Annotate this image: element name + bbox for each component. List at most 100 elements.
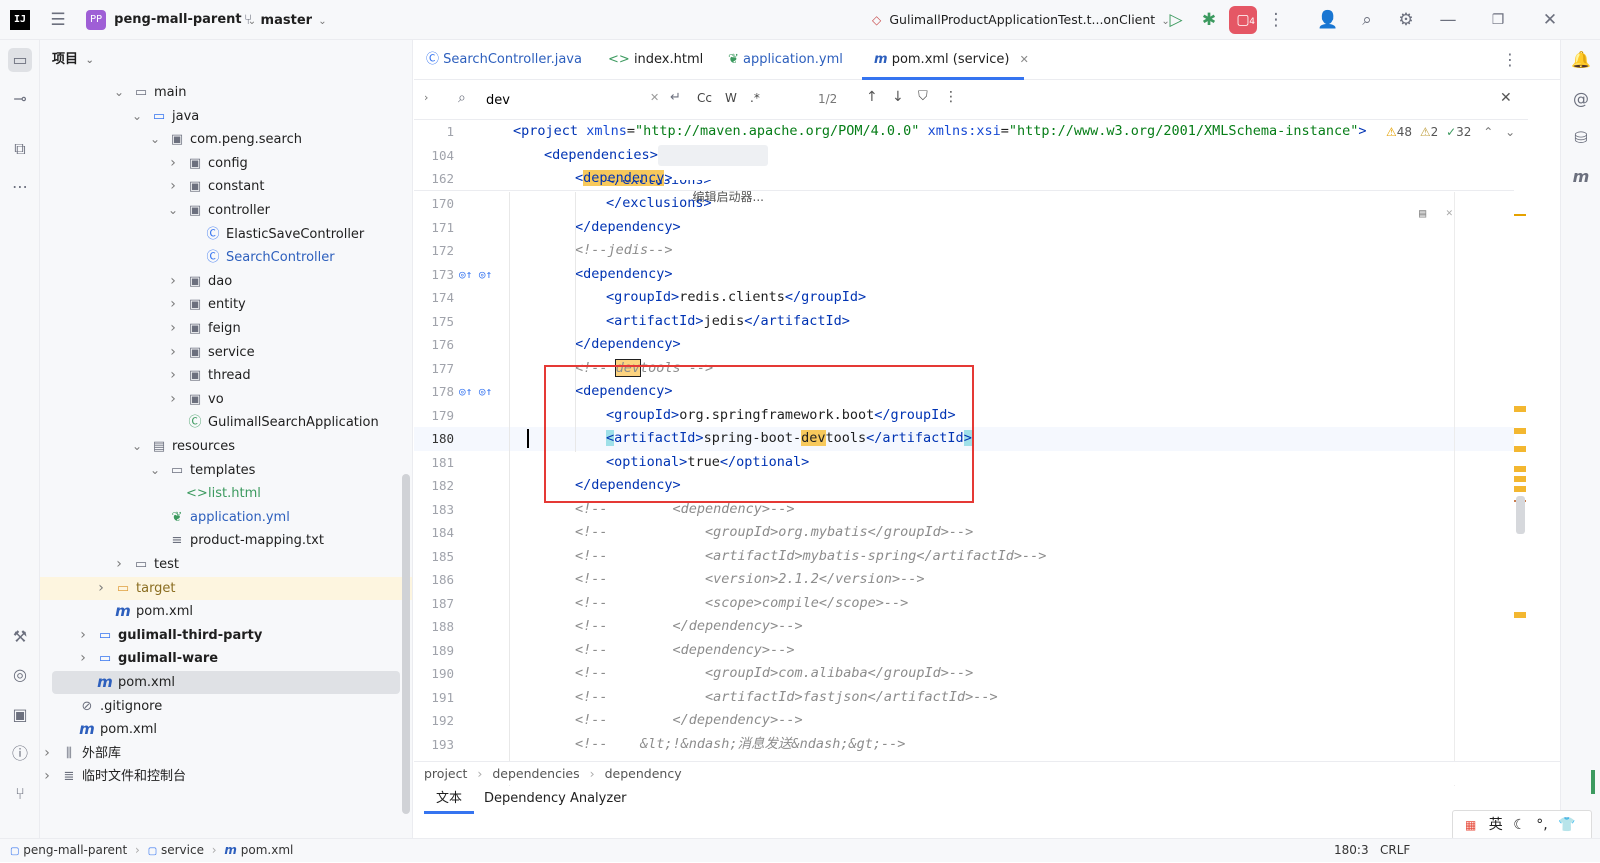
project-folder-icon[interactable]: ▭ — [8, 48, 32, 72]
structure-icon[interactable]: ⧉ — [8, 137, 32, 161]
terminal-icon[interactable]: ▣ — [8, 703, 32, 727]
services-icon[interactable]: ◎ — [8, 663, 32, 687]
tree-item[interactable]: › ▣ dao — [40, 270, 412, 293]
new-line-icon[interactable]: ↵ — [670, 90, 681, 105]
chevron-down-icon[interactable]: ⌄ — [112, 81, 126, 104]
whole-word-toggle[interactable]: W — [725, 91, 737, 105]
tab-text[interactable]: 文本 — [424, 786, 474, 814]
ime-toolbar[interactable]: ▦ 英 ☾ °, 👕 — [1452, 810, 1592, 840]
tab-searchcontroller[interactable]: Ⓒ SearchController.java — [426, 40, 582, 80]
find-input[interactable] — [486, 90, 646, 110]
tree-item[interactable]: Ⓒ SearchController — [40, 246, 412, 269]
minimize-icon[interactable]: — — [1436, 8, 1460, 32]
caret-position[interactable]: 180:3 — [1334, 839, 1369, 862]
chevron-right-icon[interactable]: › — [166, 152, 180, 175]
tree-item[interactable]: › ▣ config — [40, 152, 412, 175]
tab-index-html[interactable]: <> index.html — [608, 40, 703, 80]
run-widget-button[interactable]: ▢ 4 — [1229, 6, 1257, 34]
chevron-down-icon[interactable]: ⌄ — [148, 459, 162, 482]
error-stripe[interactable] — [1514, 170, 1528, 800]
tree-item[interactable]: ⊘ .gitignore — [40, 695, 412, 718]
clear-search-icon[interactable]: ✕ — [650, 91, 659, 104]
more-tools-icon[interactable]: ⋯ — [8, 175, 32, 199]
main-menu-icon[interactable]: ☰ — [46, 8, 70, 32]
tree-item[interactable]: ⌄ ▭ java — [40, 105, 412, 128]
tree-item[interactable]: Ⓒ GulimallSearchApplication — [40, 411, 412, 434]
tab-options-icon[interactable]: ⋮ — [1502, 50, 1518, 69]
chevron-down-icon[interactable]: ⌄ — [130, 435, 144, 458]
database-icon[interactable]: ⛁ — [1569, 126, 1593, 150]
prev-match-icon[interactable]: ↑ — [866, 89, 878, 105]
tree-item[interactable]: › ▣ constant — [40, 175, 412, 198]
project-panel-header[interactable]: 项目 ⌄ — [52, 50, 94, 70]
debug-icon[interactable]: ✱ — [1197, 8, 1221, 32]
chevron-down-icon[interactable]: ⌄ — [130, 105, 144, 128]
chevron-right-icon[interactable]: › — [166, 388, 180, 411]
tree-item[interactable]: Ⓒ ElasticSaveController — [40, 223, 412, 246]
chevron-right-icon[interactable]: › — [166, 341, 180, 364]
next-match-icon[interactable]: ↓ — [892, 89, 904, 105]
tree-item[interactable]: › ▭ gulimall-third-party — [40, 624, 412, 647]
close-find-icon[interactable]: ✕ — [1500, 90, 1512, 106]
tab-application-yml[interactable]: ❦ application.yml — [728, 40, 843, 80]
tree-item[interactable]: › ⫼ 外部库 — [40, 742, 412, 765]
chevron-right-icon[interactable]: › — [40, 742, 54, 765]
close-tab-icon[interactable]: ✕ — [1020, 53, 1029, 66]
next-problem-icon[interactable]: ⌄ — [1505, 125, 1515, 139]
chevron-right-icon[interactable]: › — [166, 317, 180, 340]
punctuation-icon[interactable]: °, — [1536, 817, 1547, 833]
run-icon[interactable]: ▷ — [1164, 8, 1188, 32]
branch-selector[interactable]: ⑂ master ⌄ — [244, 9, 327, 31]
prev-problem-icon[interactable]: ⌃ — [1483, 125, 1493, 139]
app-logo[interactable]: IJ — [10, 10, 30, 30]
add-user-icon[interactable]: 👤 — [1316, 8, 1340, 32]
status-path-item[interactable]: pom.xml — [241, 843, 294, 857]
tree-scrollbar[interactable] — [402, 474, 410, 814]
tree-item[interactable]: ⌄ ▣ com.peng.search — [40, 128, 412, 151]
restore-icon[interactable]: ❐ — [1486, 8, 1510, 32]
tab-dependency-analyzer[interactable]: Dependency Analyzer — [484, 786, 627, 814]
settings-gear-icon[interactable]: ⚙ — [1394, 8, 1418, 32]
chevron-right-icon[interactable]: › — [94, 577, 108, 600]
tree-item[interactable]: › ▭ target — [40, 576, 412, 600]
chevron-down-icon[interactable]: ⌄ — [166, 199, 180, 222]
breadcrumb-item[interactable]: dependency — [605, 766, 682, 781]
chevron-right-icon[interactable]: › — [76, 624, 90, 647]
gutter-override-icon[interactable]: ◎↑ ◎↑ — [459, 380, 492, 404]
tab-pom-xml-service[interactable]: m pom.xml (service) ✕ — [874, 40, 1029, 80]
run-config-selector[interactable]: ◇ GulimallProductApplicationTest.t...onC… — [872, 9, 1170, 31]
commit-icon[interactable]: ⊸ — [8, 87, 32, 111]
project-selector[interactable]: PP peng-mall-parent ⌄ — [86, 9, 256, 31]
tree-item[interactable]: › ▭ test — [40, 553, 412, 576]
line-separator[interactable]: CRLF — [1380, 839, 1410, 862]
tree-item[interactable]: ⌄ ▭ main — [40, 81, 412, 104]
tree-item[interactable]: › ≣ 临时文件和控制台 — [40, 765, 412, 788]
tree-item[interactable]: ⌄ ▣ controller — [40, 199, 412, 222]
tree-item[interactable]: m pom.xml — [52, 671, 400, 694]
chevron-right-icon[interactable]: › — [76, 647, 90, 670]
tree-item[interactable]: › ▭ gulimall-ware — [40, 647, 412, 670]
git-icon[interactable]: ⑂ — [8, 782, 32, 806]
inspection-widget[interactable]: ⚠48 ⚠2 ✓32 ⌃ ⌄ — [1386, 122, 1515, 142]
chevron-down-icon[interactable]: ⌄ — [148, 128, 162, 151]
problems-icon[interactable]: ⓘ — [8, 742, 32, 766]
tree-item[interactable]: › ▣ vo — [40, 388, 412, 411]
gutter-override-icon[interactable]: ◎↑ ◎↑ — [459, 263, 492, 287]
match-case-toggle[interactable]: Cc — [697, 91, 712, 105]
more-actions-icon[interactable]: ⋮ — [1264, 8, 1288, 32]
tree-item[interactable]: ❦ application.yml — [40, 506, 412, 529]
chevron-right-icon[interactable]: › — [112, 553, 126, 576]
tree-item[interactable]: › ▣ entity — [40, 293, 412, 316]
code-view[interactable]: 1 <project xmlns="http://maven.apache.org… — [414, 120, 1528, 801]
breadcrumb-item[interactable]: dependencies — [492, 766, 579, 781]
ime-language[interactable]: 英 — [1489, 817, 1503, 833]
expand-replace-icon[interactable]: › — [424, 91, 428, 104]
notifications-bell-icon[interactable]: 🔔 — [1569, 48, 1593, 72]
tree-item[interactable]: m pom.xml — [40, 600, 412, 623]
chevron-right-icon[interactable]: › — [166, 175, 180, 198]
build-hammer-icon[interactable]: ⚒ — [8, 625, 32, 649]
tree-item[interactable]: › ▣ feign — [40, 317, 412, 340]
status-path-item[interactable]: service — [161, 843, 204, 857]
find-more-icon[interactable]: ⋮ — [944, 89, 958, 105]
chevron-right-icon[interactable]: › — [40, 765, 54, 788]
